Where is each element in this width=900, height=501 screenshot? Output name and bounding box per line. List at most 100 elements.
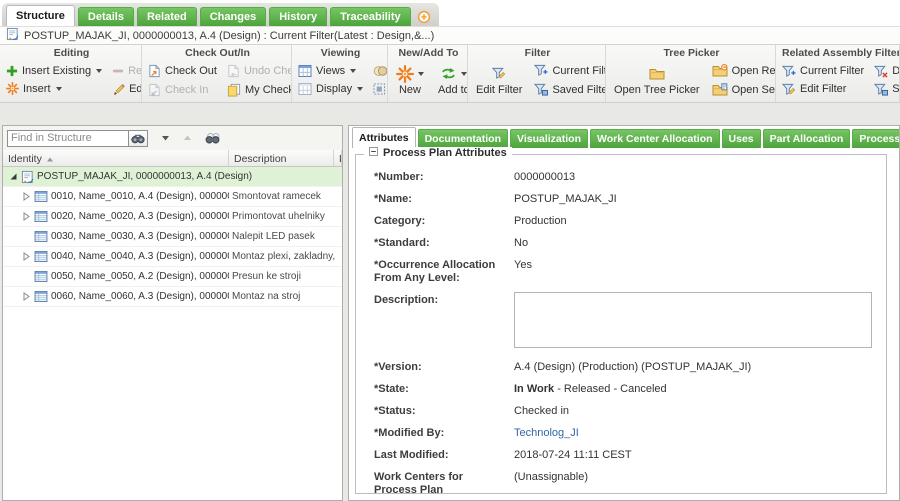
process-plan-attributes-group: Process Plan Attributes *Number: 00000000…: [355, 147, 887, 494]
tree-row[interactable]: 0010, Name_0010, A.4 (Design), 000000004…: [3, 187, 342, 207]
button-label: Current Filter: [552, 64, 605, 77]
column-header-l[interactable]: L: [334, 150, 342, 166]
expander-icon[interactable]: [21, 252, 31, 261]
tree-column-header[interactable]: Identity Description L: [3, 150, 342, 167]
find-previous-button[interactable]: [183, 134, 192, 142]
structure-tree: POSTUP_MAJAK_JI, 0000000013, A.4 (Design…: [3, 167, 342, 307]
page-checkout-icon: [148, 64, 161, 78]
field-number: *Number: 0000000013: [374, 171, 876, 184]
shaded-view-button[interactable]: [373, 65, 387, 77]
selection-display-button[interactable]: [373, 82, 387, 95]
grid-light-icon: [298, 82, 312, 95]
tree-item-description: Montaz na stroj: [232, 291, 301, 302]
remove-button[interactable]: Remove: [112, 65, 142, 77]
saved-filters-button[interactable]: Saved Filters: [534, 83, 605, 96]
funnel-saved-icon: [874, 83, 889, 96]
description-textarea[interactable]: [514, 292, 872, 348]
tab-work-center-allocation[interactable]: Work Center Allocation: [590, 129, 720, 148]
expander-icon[interactable]: [21, 292, 31, 301]
tab-changes[interactable]: Changes: [199, 7, 267, 26]
field-label: Description:: [374, 294, 439, 306]
tree-row[interactable]: 0020, Name_0020, A.3 (Design), 000000004…: [3, 207, 342, 227]
insert-button[interactable]: Insert: [6, 82, 102, 95]
tree-item-description: Nalepit LED pasek: [232, 231, 315, 242]
display-button[interactable]: Display: [298, 82, 364, 95]
current-filter-button[interactable]: Current Filter: [534, 64, 605, 77]
ra-edit-filter-button[interactable]: Edit Filter: [782, 83, 864, 96]
field-value: POSTUP_MAJAK_JI: [514, 193, 617, 205]
ra-current-filter-button[interactable]: Current Filter: [782, 65, 864, 78]
disable-path-filter-button[interactable]: Disable Path Filter: [874, 65, 899, 78]
tab-visualization[interactable]: Visualization: [510, 129, 589, 148]
insert-existing-button[interactable]: Insert Existing: [6, 65, 103, 77]
sort-asc-icon: [46, 156, 54, 163]
tree-row[interactable]: 0040, Name_0040, A.3 (Design), 000000004…: [3, 247, 342, 267]
ribbon-section-related-assembly-filter: Related Assembly Filter Current Filter Dis…: [776, 45, 900, 102]
field-name: *Name: POSTUP_MAJAK_JI: [374, 193, 876, 206]
tab-traceability[interactable]: Traceability: [330, 7, 411, 26]
ra-saved-filters-button[interactable]: Saved Filters: [874, 83, 899, 96]
tree-row[interactable]: POSTUP_MAJAK_JI, 0000000013, A.4 (Design…: [3, 167, 342, 187]
field-label: Category:: [374, 215, 426, 227]
tree-row[interactable]: 0030, Name_0030, A.3 (Design), 000000006…: [3, 227, 342, 247]
field-label: Work Centers for Process Plan Localizati…: [374, 471, 464, 493]
button-label: Check In: [165, 83, 209, 96]
ribbon-section-viewing: Viewing Views Display: [292, 45, 388, 102]
circle-plus-icon: [417, 10, 431, 24]
tab-documentation[interactable]: Documentation: [417, 129, 509, 148]
expander-icon[interactable]: [21, 212, 31, 221]
find-all-button[interactable]: [205, 132, 220, 144]
expander-icon[interactable]: [21, 192, 31, 201]
tree-item-description: Presun ke stroji: [232, 271, 301, 282]
tab-uses[interactable]: Uses: [721, 129, 761, 148]
button-label: Insert Existing: [22, 65, 92, 77]
field-standard: *Standard: No: [374, 237, 876, 250]
add-view-button[interactable]: [414, 7, 434, 26]
field-value: Technolog_JI: [514, 427, 876, 440]
check-in-button[interactable]: Check In: [148, 83, 217, 97]
undo-checkout-button[interactable]: Undo Checkout: [227, 64, 291, 78]
views-button[interactable]: Views: [298, 64, 363, 77]
new-button[interactable]: New: [394, 64, 426, 96]
column-header-label: L: [339, 153, 341, 165]
find-button[interactable]: [129, 129, 148, 147]
tab-attributes[interactable]: Attributes: [352, 127, 416, 148]
op-item-icon: [34, 211, 48, 222]
open-related-part-button[interactable]: Open Related Part: [712, 64, 775, 77]
ribbon-section-title: Check Out/In: [185, 47, 250, 59]
exp-closed-icon: [22, 292, 31, 301]
tab-details[interactable]: Details: [77, 7, 134, 26]
find-in-structure-input[interactable]: [7, 129, 129, 147]
cube-dashed-icon: [373, 82, 386, 95]
column-header-identity[interactable]: Identity: [3, 150, 229, 166]
find-next-button[interactable]: [161, 134, 170, 142]
button-label: Views: [316, 64, 346, 77]
my-checkouts-button[interactable]: My Checkouts: [227, 83, 291, 97]
folder-related-icon: [712, 64, 728, 77]
add-to-button[interactable]: Add to: [436, 64, 467, 96]
button-label: Remove: [128, 65, 142, 77]
tree-row[interactable]: 0050, Name_0050, A.2 (Design), 000000004…: [3, 267, 342, 287]
structure-tree-panel: Identity Description L POSTUP_MAJAK_JI, 00…: [2, 125, 343, 501]
tab-structure[interactable]: Structure: [6, 5, 75, 26]
check-out-button[interactable]: Check Out: [148, 64, 217, 78]
ribbon-section-title: Filter: [524, 47, 551, 59]
tab-history[interactable]: History: [269, 7, 328, 26]
tree-row[interactable]: 0060, Name_0060, A.3 (Design), 000000004…: [3, 287, 342, 307]
tab-processing-resources[interactable]: Processing Resources: [852, 129, 899, 148]
tab-part-allocation[interactable]: Part Allocation: [762, 129, 851, 148]
page-checkin-icon: [148, 83, 161, 97]
edit-button[interactable]: Edit: [112, 82, 141, 95]
column-header-description[interactable]: Description: [229, 150, 334, 166]
tab-related[interactable]: Related: [136, 7, 197, 26]
field-label: *Name:: [374, 193, 412, 205]
edit-filter-button[interactable]: Edit Filter: [474, 64, 524, 96]
tree-item-identity: 0010, Name_0010, A.4 (Design), 000000004…: [51, 191, 229, 202]
open-selected-button[interactable]: Open Selected: [712, 83, 775, 96]
modified-by-link[interactable]: Technolog_JI: [514, 427, 579, 439]
field-value: Yes: [514, 259, 532, 271]
grid-blue-icon: [298, 64, 312, 77]
open-tree-picker-button[interactable]: Open Tree Picker: [612, 64, 702, 96]
expander-icon[interactable]: [8, 172, 18, 181]
dropdown-caret-icon: [461, 71, 467, 76]
